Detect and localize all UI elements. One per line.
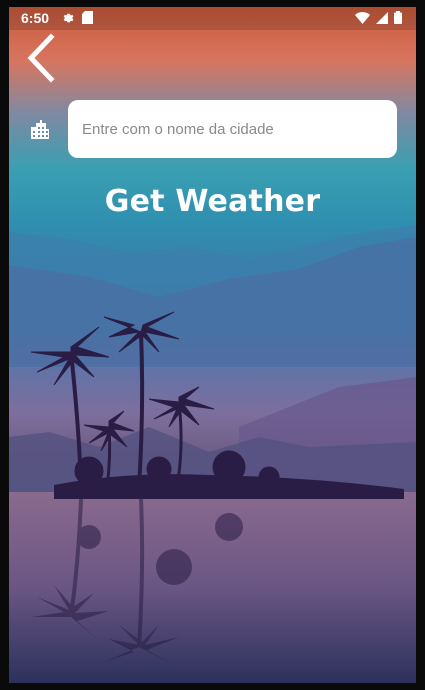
sim-card-icon xyxy=(82,11,93,24)
app-screen: 6:50 Entre com o nome da cidade Get Weat… xyxy=(9,7,416,683)
status-bar: 6:50 xyxy=(9,7,416,30)
status-time: 6:50 xyxy=(21,10,50,26)
battery-icon xyxy=(394,11,402,24)
device-frame: 6:50 Entre com o nome da cidade Get Weat… xyxy=(0,0,425,690)
status-icons-right xyxy=(355,11,402,24)
get-weather-button[interactable]: Get Weather xyxy=(9,184,416,219)
chevron-left-icon xyxy=(27,33,55,83)
back-button[interactable] xyxy=(25,33,61,83)
wifi-icon xyxy=(355,11,370,24)
city-search-field[interactable] xyxy=(68,100,397,158)
gear-icon xyxy=(63,13,74,23)
city-buildings-icon xyxy=(31,120,49,139)
status-icons-left xyxy=(61,11,93,24)
signal-icon xyxy=(376,11,388,24)
city-name-input[interactable] xyxy=(80,119,385,139)
